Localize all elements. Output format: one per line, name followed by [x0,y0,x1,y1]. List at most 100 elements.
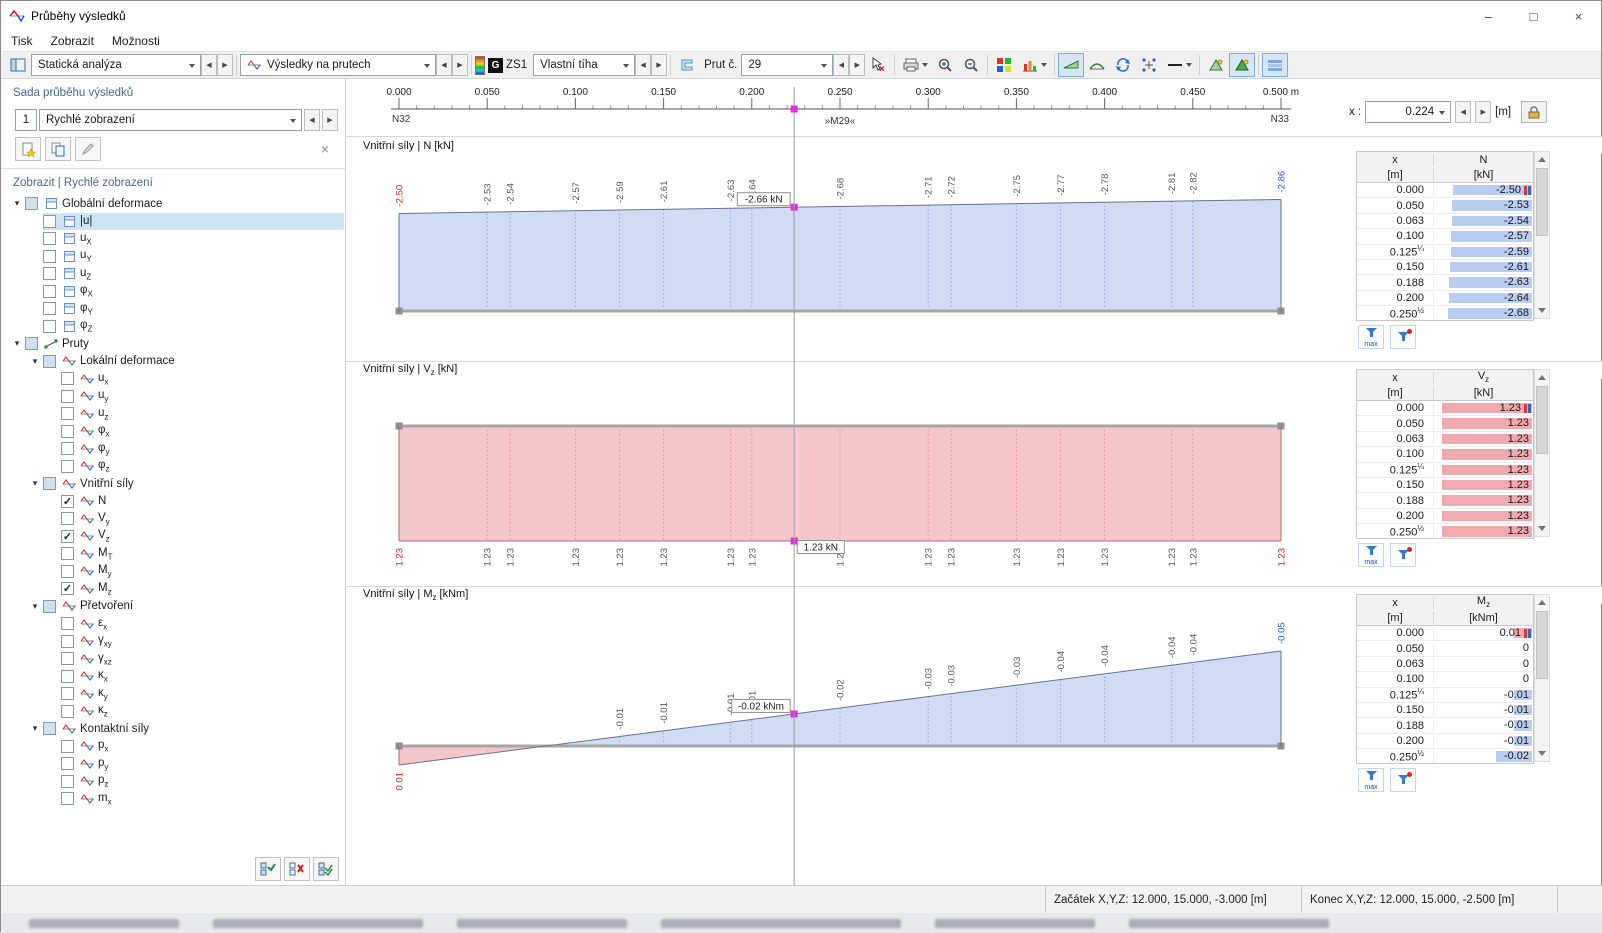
set-prev-button[interactable]: ◀ [304,109,320,131]
tree-item-vz[interactable]: ✓ Vz [1,528,344,546]
result-next-button[interactable]: ▶ [452,54,468,76]
checkbox[interactable] [61,704,74,718]
tree-item-mz[interactable]: ✓ Mz [1,580,344,598]
tree-item-gamxy[interactable]: γxy [1,633,344,651]
table-row[interactable]: 0.050 1.23 [1357,416,1533,432]
checkbox[interactable] [25,197,38,211]
loadcase-select[interactable]: Vlastní tíha [533,54,636,76]
table-row[interactable]: 0.150 1.23 [1357,478,1533,494]
table-scrollbar[interactable] [1534,151,1550,319]
lock-button[interactable] [1521,101,1548,123]
select-all-button[interactable] [255,857,281,881]
table-scrollbar[interactable] [1534,369,1550,537]
scroll-down-button[interactable] [1535,303,1549,318]
menu-options[interactable]: Možnosti [104,32,168,50]
minimize-button[interactable]: – [1466,1,1511,31]
checkbox[interactable] [43,302,56,316]
tree-item-phiz[interactable]: φz [1,458,344,476]
result-prev-button[interactable]: ◀ [436,54,452,76]
filter-values-button[interactable] [1390,543,1416,567]
line-style-button[interactable] [1162,53,1196,77]
table-row[interactable]: 0.150 -0.01 [1357,703,1533,719]
display-properties-button[interactable] [991,53,1017,77]
scroll-thumb[interactable] [1536,168,1548,236]
show-tables-toggle[interactable] [1262,53,1289,77]
checkbox[interactable]: ✓ [61,582,74,596]
tree-item-my[interactable]: My [1,563,344,581]
checkbox[interactable] [61,564,74,578]
table-row[interactable]: 0.100 0 [1357,672,1533,688]
clear-selection-button[interactable]: × [865,53,891,77]
axis-handle[interactable] [395,422,403,430]
axis-handle[interactable] [1277,742,1285,750]
scroll-thumb[interactable] [1536,611,1548,679]
analysis-select[interactable]: Statická analýza [31,54,201,76]
tree-item-phiy[interactable]: φY [1,300,344,318]
tree-item-uy[interactable]: uy [1,388,344,406]
result-category-select[interactable]: Výsledky na prutech [240,54,436,76]
expander-icon[interactable]: ▾ [27,723,43,734]
tree-item-phiz[interactable]: φZ [1,318,344,336]
checkbox[interactable] [61,792,74,806]
member-pick-button[interactable] [674,53,700,77]
result-colorbar-icon[interactable] [475,55,485,75]
table-row[interactable]: 0.125¼ 1.23 [1357,462,1533,478]
tree-item-mt[interactable]: MT [1,545,344,563]
rename-set-button[interactable] [75,137,101,161]
tree-parent-vnitnsly[interactable]: ▾ Vnitřní síly [1,475,344,493]
member-next-button[interactable]: ▶ [849,54,866,76]
table-row[interactable]: 0.188 1.23 [1357,493,1533,509]
checkbox[interactable] [43,267,56,281]
tree-item-gamxz[interactable]: γxz [1,650,344,668]
tree-parent-petvoen[interactable]: ▾ Přetvoření [1,598,344,616]
copy-set-button[interactable] [45,137,71,161]
menu-view[interactable]: Zobrazit [43,32,102,50]
checkbox[interactable] [61,512,74,526]
loadcase-prev-button[interactable]: ◀ [635,54,652,76]
checkbox[interactable] [43,599,56,613]
render-mode-solid-button[interactable] [1229,53,1256,77]
table-row[interactable]: 0.050 0 [1357,641,1533,657]
axis-handle[interactable] [1277,307,1285,315]
table-row[interactable]: 0.100 -2.57 [1357,229,1533,245]
checkbox[interactable] [61,757,74,771]
member-prev-button[interactable]: ◀ [833,54,850,76]
table-row[interactable]: 0.050 -2.53 [1357,198,1533,214]
table-row[interactable]: 0.188 -0.01 [1357,718,1533,734]
panel-toggle-button[interactable] [5,53,31,77]
checkbox[interactable] [61,739,74,753]
maximize-button[interactable]: □ [1511,1,1556,31]
table-row[interactable]: 0.250½ -2.68 [1357,306,1533,320]
checkbox[interactable]: ✓ [61,529,74,543]
zoom-in-button[interactable] [932,53,958,77]
analysis-prev-button[interactable]: ◀ [201,54,217,76]
tree-item-ux[interactable]: uX [1,230,344,248]
table-row[interactable]: 0.250½ -0.02 [1357,749,1533,763]
zoom-out-button[interactable] [958,53,984,77]
tree-parent-globlndeformace[interactable]: ▾ Globální deformace [1,195,344,213]
expander-icon[interactable]: ▾ [27,478,43,489]
deselect-all-button[interactable] [284,857,310,881]
checkbox[interactable] [61,652,74,666]
expander-icon[interactable]: ▾ [27,601,43,612]
cursor-marker[interactable] [790,537,798,545]
table-row[interactable]: 0.100 1.23 [1357,447,1533,463]
table-row[interactable]: 0.150 -2.61 [1357,260,1533,276]
expander-icon[interactable]: ▾ [27,356,43,367]
filter-values-button[interactable] [1390,768,1416,792]
show-diagram-toggle[interactable] [1058,53,1085,77]
print-button[interactable] [898,53,932,77]
tree-item-uy[interactable]: uY [1,248,344,266]
checkbox[interactable] [43,722,56,736]
analysis-next-button[interactable]: ▶ [217,54,233,76]
member-select[interactable]: 29 [741,54,834,76]
sync-views-button[interactable] [1110,53,1136,77]
table-row[interactable]: 0.125¼ -2.59 [1357,244,1533,260]
filter-max-button[interactable]: max [1358,768,1384,792]
set-select[interactable]: Rychlé zobrazení [39,109,302,131]
checkbox[interactable] [61,687,74,701]
tree-parent-pruty[interactable]: ▾ Pruty [1,335,344,353]
axis-handle[interactable] [395,742,403,750]
scroll-down-button[interactable] [1535,746,1549,761]
x-position-input[interactable]: 0.224 [1365,101,1452,123]
